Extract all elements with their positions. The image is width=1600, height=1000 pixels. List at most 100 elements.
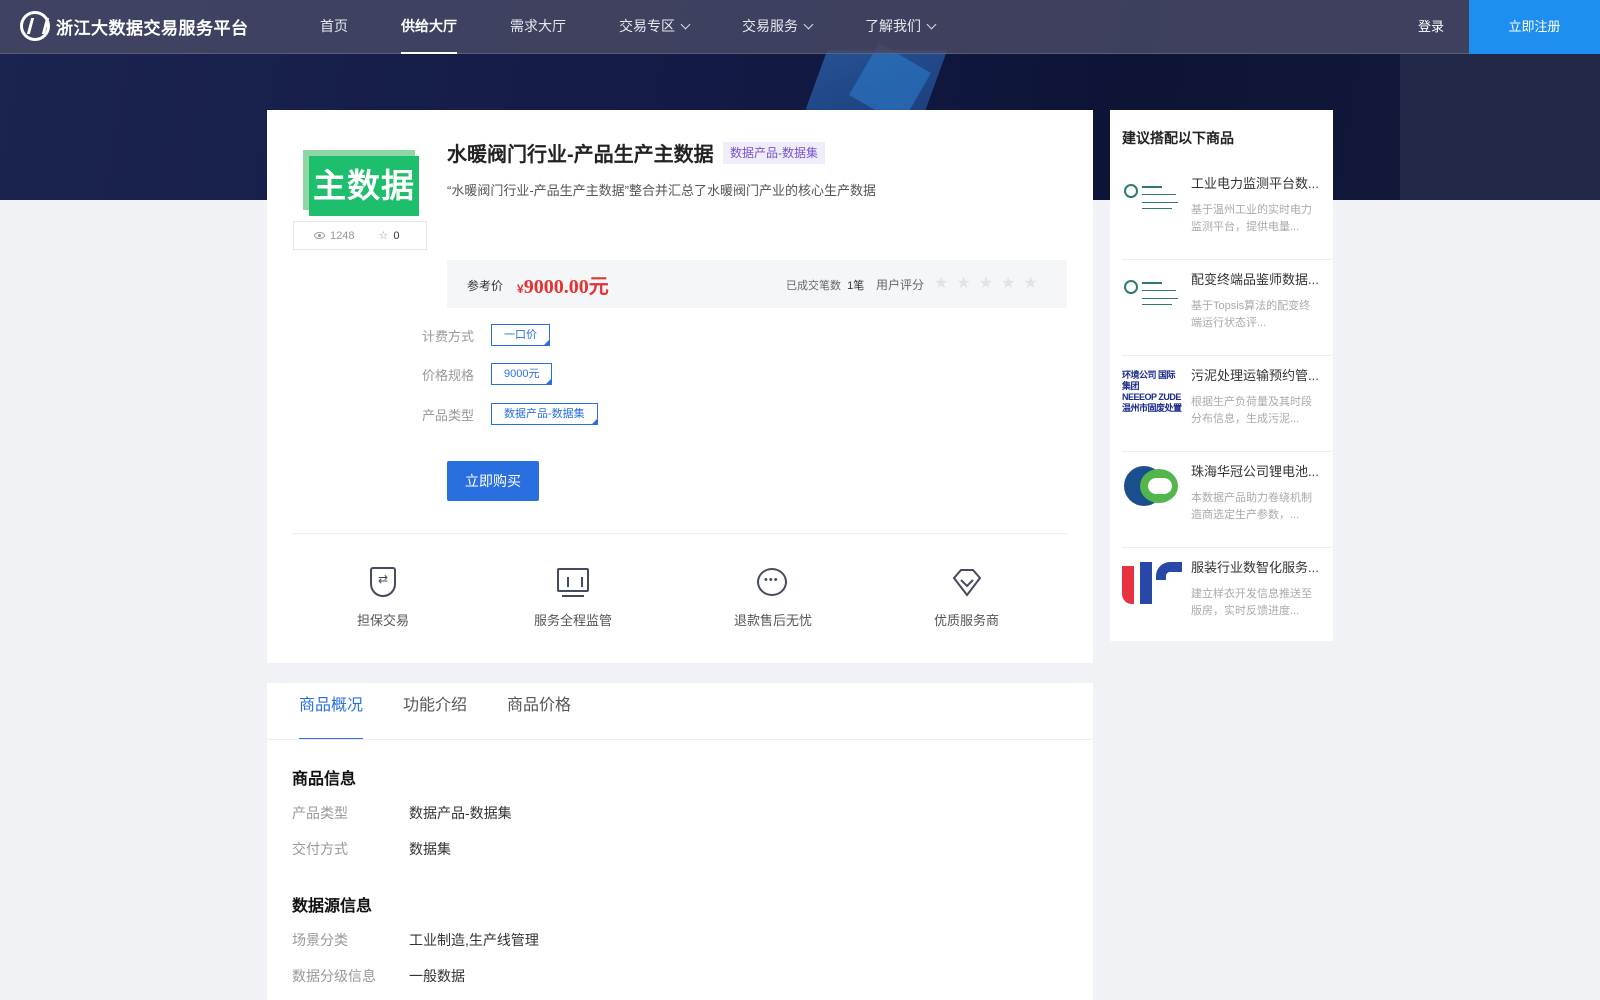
favorite-count[interactable]: ☆ 0 — [378, 229, 400, 243]
logo-text-line: 温州市固废处置有限公司 — [1122, 403, 1182, 412]
logo-line — [1142, 186, 1162, 188]
nav-item-supply[interactable]: 供给大厅 — [401, 0, 457, 54]
recommend-item[interactable]: 服装行业数智化服务... 建立样衣开发信息推送至版房，实时反馈进度... — [1122, 548, 1333, 644]
logo-line — [1142, 298, 1178, 299]
star-icon: ★ — [1023, 275, 1038, 292]
logo-text: 浙江大数据交易服务平台 — [56, 18, 249, 38]
recommend-item-desc: 建立样衣开发信息推送至版房，实时反馈进度... — [1191, 588, 1312, 617]
detail-value: 数据产品-数据集 — [409, 805, 512, 821]
state-grid-logo — [1122, 178, 1182, 220]
view-count-value: 1248 — [330, 229, 355, 242]
product-image-text: 主数据 — [309, 156, 419, 216]
detail-key: 场景分类 — [292, 932, 348, 948]
recommend-item[interactable]: 珠海华冠公司锂电池... 本数据产品助力卷绕机制造商选定生产参数，... — [1122, 452, 1333, 548]
nav-item-about[interactable]: 了解我们 — [865, 0, 937, 54]
hg-logo — [1122, 466, 1182, 508]
logo-shape — [1122, 566, 1134, 604]
login-link[interactable]: 登录 — [1418, 0, 1444, 53]
nav-item-demand[interactable]: 需求大厅 — [510, 0, 566, 54]
nav-item-trade-zone[interactable]: 交易专区 — [619, 0, 691, 54]
register-button[interactable]: 立即注册 — [1469, 0, 1600, 54]
logo-graphic — [1122, 562, 1182, 604]
buy-now-button[interactable]: 立即购买 — [447, 461, 539, 501]
logo-graphic — [1122, 466, 1180, 506]
logo-shape — [1148, 478, 1172, 494]
logo-line — [1142, 282, 1162, 284]
recommend-item[interactable]: 工业电力监测平台数... 基于温州工业的实时电力监测平台，提供电量... — [1122, 164, 1333, 260]
detail-key: 产品类型 — [292, 805, 348, 821]
product-image: 主数据 — [303, 150, 419, 216]
recommend-item-desc: 基于Topsis算法的配变终端运行状态评... — [1191, 300, 1311, 329]
diamond-shape — [952, 569, 981, 597]
star-icon: ★ — [934, 275, 949, 292]
monitor-shape — [557, 568, 589, 592]
spec-label-price: 价格规格 — [422, 368, 475, 383]
feature-label: 优质服务商 — [934, 613, 1000, 628]
tab-pricing[interactable]: 商品价格 — [507, 683, 571, 740]
recommend-item[interactable]: 环境公司 国际集团 NEEEOP ZUDE 温州市固废处置有限公司 污泥处理运输… — [1122, 356, 1333, 452]
detail-tabs: 商品概况 功能介绍 商品价格 — [299, 683, 571, 740]
logo-line — [1142, 290, 1176, 291]
rating-stars: ★ ★ ★ ★ ★ — [934, 273, 1038, 293]
price-value: ¥9000.00元 — [517, 270, 609, 299]
recommend-item[interactable]: 配变终端品鉴师数据... 基于Topsis算法的配变终端运行状态评... — [1122, 260, 1333, 356]
site-logo[interactable]: 浙江大数据交易服务平台 — [20, 11, 249, 41]
star-icon: ★ — [1001, 275, 1016, 292]
recommend-title: 建议搭配以下商品 — [1122, 130, 1234, 146]
spec-label-type: 产品类型 — [422, 408, 475, 423]
logo-graphic — [1122, 278, 1180, 314]
detail-value: 数据集 — [409, 841, 451, 857]
tab-features[interactable]: 功能介绍 — [403, 683, 467, 740]
chat-icon — [756, 566, 792, 600]
chevron-down-icon — [926, 19, 937, 30]
logo-line — [1142, 194, 1176, 195]
ir-logo — [1122, 562, 1182, 604]
detail-key: 数据分级信息 — [292, 968, 376, 984]
logo-shape — [1156, 562, 1182, 580]
favorite-count-value: 0 — [393, 229, 400, 242]
currency-symbol: ¥ — [517, 282, 524, 296]
nav-item-home[interactable]: 首页 — [320, 0, 348, 54]
shield-icon — [366, 566, 402, 600]
star-outline-icon: ☆ — [378, 230, 389, 242]
chevron-down-icon — [680, 19, 691, 30]
detail-value: 一般数据 — [409, 968, 465, 984]
star-icon: ★ — [956, 275, 971, 292]
eye-icon — [314, 232, 325, 239]
nav-item-trade-service[interactable]: 交易服务 — [742, 0, 814, 54]
price-panel: 参考价 ¥9000.00元 已成交笔数 1笔 用户评分 ★ ★ ★ ★ ★ — [447, 260, 1067, 308]
recommend-item-desc: 根据生产负荷量及其时段分布信息，生成污泥... — [1191, 396, 1312, 425]
top-nav-bar: 浙江大数据交易服务平台 首页 供给大厅 需求大厅 交易专区 交易服务 了解我们 … — [0, 0, 1600, 54]
logo-line — [1142, 208, 1172, 209]
pw-logo: 环境公司 国际集团 NEEEOP ZUDE 温州市固废处置有限公司 — [1122, 370, 1182, 412]
deal-count-label: 已成交笔数 — [786, 280, 841, 292]
spec-option-billing[interactable]: 一口价 — [491, 324, 550, 346]
feature-quality-provider: 优质服务商 — [934, 566, 999, 629]
spec-option-price[interactable]: 9000元 — [491, 363, 553, 385]
feature-refund: 退款售后无忧 — [734, 566, 812, 629]
monitor-icon — [556, 566, 592, 600]
logo-circle — [1124, 184, 1138, 198]
feature-label: 退款售后无忧 — [734, 613, 813, 628]
rating-label: 用户评分 — [876, 278, 925, 292]
chat-bubble-shape — [757, 568, 787, 596]
deal-count-value: 1笔 — [847, 280, 865, 292]
state-grid-logo — [1122, 274, 1182, 316]
feature-supervision: 服务全程监管 — [534, 566, 612, 629]
deal-count: 已成交笔数 1笔 — [786, 277, 864, 293]
logo-circle — [1124, 280, 1138, 294]
spec-label-billing: 计费方式 — [422, 329, 475, 344]
detail-value: 工业制造,生产线管理 — [409, 932, 539, 948]
spec-option-type[interactable]: 数据产品-数据集 — [491, 403, 598, 425]
monitor-base — [562, 595, 584, 597]
tab-overview[interactable]: 商品概况 — [299, 683, 364, 740]
product-description: “水暖阀门行业-产品生产主数据”整合并汇总了水暖阀门产业的核心生产数据 — [447, 183, 876, 198]
section-title-product-info: 商品信息 — [292, 771, 357, 788]
logo-text-line: 环境公司 国际集团 — [1122, 370, 1176, 391]
recommend-item-desc: 本数据产品助力卷绕机制造商选定生产参数，... — [1191, 492, 1312, 521]
feature-label: 担保交易 — [357, 613, 410, 628]
divider — [267, 739, 1093, 740]
feature-label: 服务全程监管 — [534, 613, 613, 628]
feature-guarantee: 担保交易 — [357, 566, 409, 629]
chevron-down-icon — [803, 19, 814, 30]
